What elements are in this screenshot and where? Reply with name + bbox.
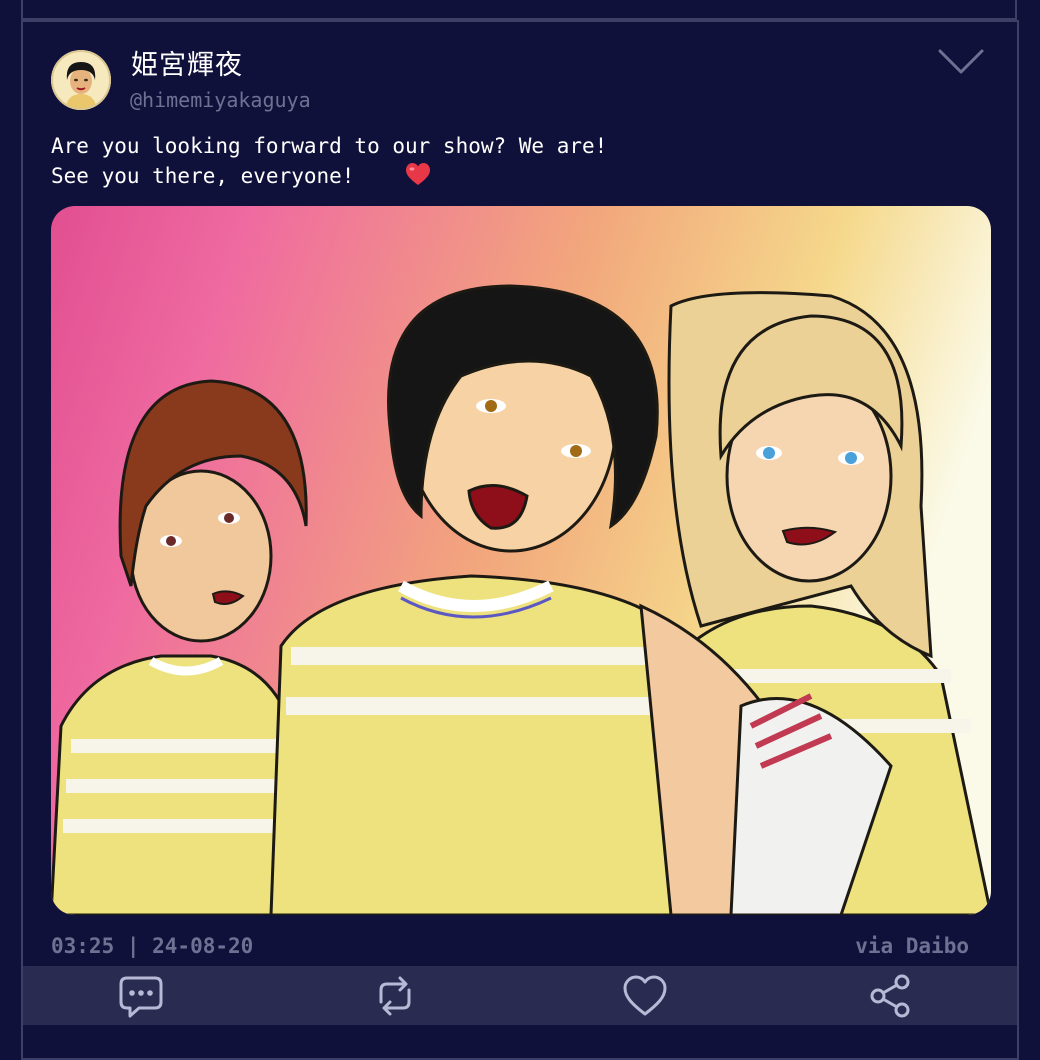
previous-post-card xyxy=(21,0,1017,20)
user-handle[interactable]: @himemiyakaguya xyxy=(130,87,311,113)
avatar[interactable] xyxy=(51,50,111,110)
share-icon[interactable] xyxy=(866,972,914,1020)
action-bar xyxy=(23,966,1017,1025)
post-card: 姫宮輝夜 @himemiyakaguya Are you looking for… xyxy=(21,20,1019,1060)
chevron-down-icon[interactable] xyxy=(937,46,985,76)
post-source[interactable]: via Daibo xyxy=(855,932,969,960)
comment-bubble-icon[interactable] xyxy=(117,972,165,1020)
post-timestamp: 03:25 | 24-08-20 xyxy=(51,934,254,958)
repost-icon[interactable] xyxy=(371,972,419,1020)
display-name[interactable]: 姫宮輝夜 xyxy=(131,49,243,83)
illustration-three-girls xyxy=(51,206,991,915)
post-text: Are you looking forward to our show? We … xyxy=(51,134,608,188)
heart-icon[interactable] xyxy=(621,972,669,1020)
post-image[interactable] xyxy=(51,206,991,915)
avatar-portrait xyxy=(51,50,111,110)
heart-emoji xyxy=(405,162,431,188)
